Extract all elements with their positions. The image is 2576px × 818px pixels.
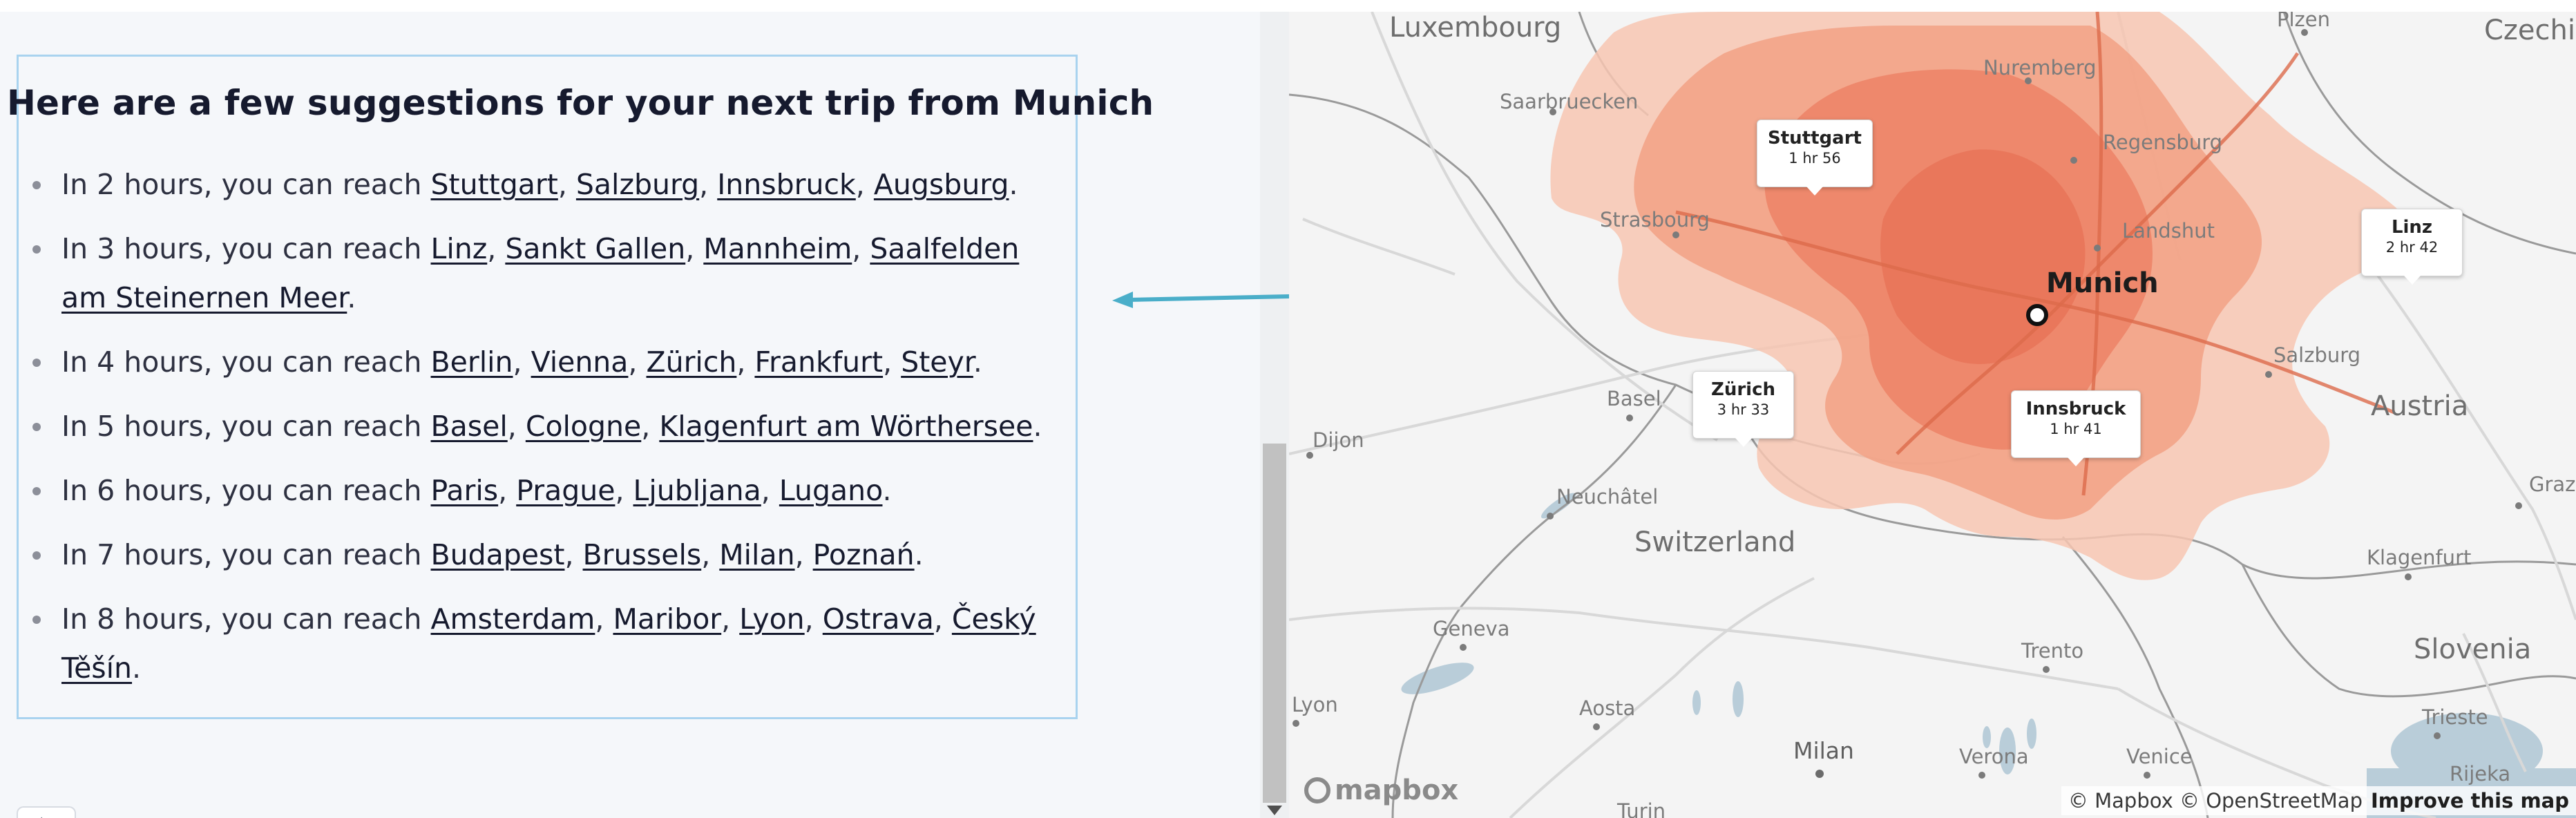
city-link[interactable]: Linz bbox=[431, 232, 488, 265]
map-city-label: Salzburg bbox=[2273, 343, 2361, 367]
map-city-label: Geneva bbox=[1433, 617, 1510, 640]
map-city-label: Turin bbox=[1617, 799, 1666, 818]
city-link[interactable]: Brussels bbox=[583, 538, 702, 571]
map-city-label: Strasbourg bbox=[1600, 208, 1710, 231]
suggestions-list: In 2 hours, you can reach Stuttgart, Sal… bbox=[19, 160, 1096, 708]
chevron-left-icon: ‹ bbox=[37, 812, 44, 818]
mapbox-logo-icon bbox=[1304, 777, 1330, 803]
city-link[interactable]: Basel bbox=[431, 410, 508, 443]
map-country-label: Switzerland bbox=[1634, 526, 1796, 558]
map-country-label: Slovenia bbox=[2414, 634, 2532, 665]
callout-city-name: Stuttgart bbox=[1768, 128, 1862, 149]
callout-travel-time: 1 hr 41 bbox=[2050, 421, 2102, 437]
suggestion-prefix: In 3 hours, you can reach bbox=[61, 232, 422, 265]
map-city-label: Trento bbox=[2021, 639, 2084, 663]
map-city-label: Lyon bbox=[1292, 693, 1338, 716]
map-city-label: Basel bbox=[1607, 387, 1661, 410]
map-origin-label: Munich bbox=[2046, 267, 2159, 299]
improve-map-link[interactable]: Improve this map bbox=[2371, 789, 2569, 812]
suggestion-row: In 3 hours, you can reach Linz, Sankt Ga… bbox=[19, 225, 1063, 323]
attribution-text[interactable]: © Mapbox © OpenStreetMap bbox=[2068, 789, 2363, 812]
city-link[interactable]: Prague bbox=[516, 474, 615, 507]
callout-zurich[interactable]: Zürich 3 hr 33 bbox=[1692, 371, 1794, 447]
city-link[interactable]: Frankfurt bbox=[754, 345, 883, 379]
app-root: Here are a few suggestions for your next… bbox=[0, 0, 2576, 818]
map-city-label: Saarbruecken bbox=[1500, 90, 1639, 113]
suggestion-prefix: In 8 hours, you can reach bbox=[61, 602, 422, 636]
scroll-down-arrow-icon[interactable] bbox=[1267, 806, 1282, 815]
suggestion-row: In 2 hours, you can reach Stuttgart, Sal… bbox=[19, 160, 1063, 209]
city-link[interactable]: Amsterdam bbox=[431, 602, 595, 636]
suggestion-prefix: In 5 hours, you can reach bbox=[61, 410, 422, 443]
city-link[interactable]: Berlin bbox=[431, 345, 513, 379]
map-city-label: Regensburg bbox=[2103, 131, 2223, 154]
city-link[interactable]: Mannheim bbox=[703, 232, 852, 265]
suggestion-row: In 5 hours, you can reach Basel, Cologne… bbox=[19, 402, 1063, 451]
city-link[interactable]: Salzburg bbox=[576, 168, 699, 201]
city-link[interactable]: Paris bbox=[431, 474, 499, 507]
city-link[interactable]: Steyr bbox=[901, 345, 973, 379]
map-country-label: Austria bbox=[2371, 390, 2469, 422]
callout-innsbruck[interactable]: Innsbruck 1 hr 41 bbox=[2011, 390, 2141, 466]
map-city-label: Aosta bbox=[1579, 696, 1636, 720]
suggestion-prefix: In 2 hours, you can reach bbox=[61, 168, 422, 201]
map-city-label: Trieste bbox=[2422, 705, 2488, 729]
city-link[interactable]: Milan bbox=[719, 538, 794, 571]
callout-city-name: Zürich bbox=[1710, 379, 1776, 400]
city-link[interactable]: Vienna bbox=[531, 345, 629, 379]
city-link[interactable]: Cologne bbox=[526, 410, 641, 443]
callout-city-name: Linz bbox=[2391, 217, 2433, 238]
map-city-label: Landshut bbox=[2122, 219, 2215, 242]
callout-linz[interactable]: Linz 2 hr 42 bbox=[2361, 209, 2463, 285]
city-link[interactable]: Poznań bbox=[813, 538, 915, 571]
callout-city-name: Innsbruck bbox=[2025, 399, 2126, 419]
city-link[interactable]: Stuttgart bbox=[431, 168, 558, 201]
suggestions-panel: Here are a few suggestions for your next… bbox=[0, 12, 1260, 818]
mapbox-logo-text: mapbox bbox=[1335, 774, 1459, 806]
callout-travel-time: 1 hr 56 bbox=[1788, 150, 1841, 167]
map-city-label: Neuchâtel bbox=[1556, 485, 1659, 508]
callout-travel-time: 3 hr 33 bbox=[1717, 401, 1770, 418]
suggestion-row: In 4 hours, you can reach Berlin, Vienna… bbox=[19, 338, 1063, 387]
city-link[interactable]: Innsbruck bbox=[717, 168, 856, 201]
map-city-label: Dijon bbox=[1313, 428, 1364, 452]
suggestion-prefix: In 7 hours, you can reach bbox=[61, 538, 422, 571]
suggestion-row: In 7 hours, you can reach Budapest, Brus… bbox=[19, 531, 1063, 580]
map-city-label: Verona bbox=[1959, 745, 2029, 768]
map-city-label: Plzen bbox=[2277, 12, 2330, 31]
map[interactable]: Luxembourg Czechia Switzerland Austria S… bbox=[1289, 12, 2576, 818]
map-city-label: Milan bbox=[1793, 737, 1854, 764]
suggestion-prefix: In 4 hours, you can reach bbox=[61, 345, 422, 379]
city-link[interactable]: Ostrava bbox=[823, 602, 934, 636]
map-city-label: Klagenfurt bbox=[2367, 546, 2472, 569]
suggestion-row: In 8 hours, you can reach Amsterdam, Mar… bbox=[19, 595, 1063, 693]
city-link[interactable]: Zürich bbox=[647, 345, 737, 379]
city-link[interactable]: Lyon bbox=[739, 602, 804, 636]
city-link[interactable]: Budapest bbox=[431, 538, 565, 571]
city-link[interactable]: Sankt Gallen bbox=[505, 232, 685, 265]
city-link[interactable]: Klagenfurt am Wörthersee bbox=[659, 410, 1033, 443]
map-attribution: © Mapbox © OpenStreetMap Improve this map bbox=[2061, 786, 2576, 815]
map-city-label: Graz bbox=[2529, 473, 2576, 496]
callout-stuttgart[interactable]: Stuttgart 1 hr 56 bbox=[1757, 120, 1873, 196]
suggestion-row: In 6 hours, you can reach Paris, Prague,… bbox=[19, 466, 1063, 515]
suggestions-highlight-box: Here are a few suggestions for your next… bbox=[7, 55, 1154, 719]
suggestions-title: Here are a few suggestions for your next… bbox=[7, 83, 1154, 123]
city-link[interactable]: Maribor bbox=[613, 602, 721, 636]
map-country-label: Luxembourg bbox=[1389, 12, 1562, 44]
map-city-label: Rijeka bbox=[2450, 762, 2511, 786]
collapse-tab[interactable]: ‹ bbox=[17, 806, 76, 818]
panel-scrollbar[interactable] bbox=[1260, 12, 1289, 818]
map-city-label: Nuremberg bbox=[1983, 56, 2097, 79]
mapbox-logo[interactable]: mapbox bbox=[1304, 774, 1458, 806]
scrollbar-thumb[interactable] bbox=[1263, 444, 1286, 803]
map-country-label: Czechia bbox=[2484, 15, 2576, 46]
callout-travel-time: 2 hr 42 bbox=[2385, 239, 2439, 256]
top-band bbox=[0, 0, 1260, 12]
map-city-label: Venice bbox=[2126, 745, 2193, 768]
city-link[interactable]: Ljubljana bbox=[633, 474, 761, 507]
suggestion-prefix: In 6 hours, you can reach bbox=[61, 474, 422, 507]
city-link[interactable]: Lugano bbox=[779, 474, 883, 507]
city-link[interactable]: Augsburg bbox=[874, 168, 1009, 201]
